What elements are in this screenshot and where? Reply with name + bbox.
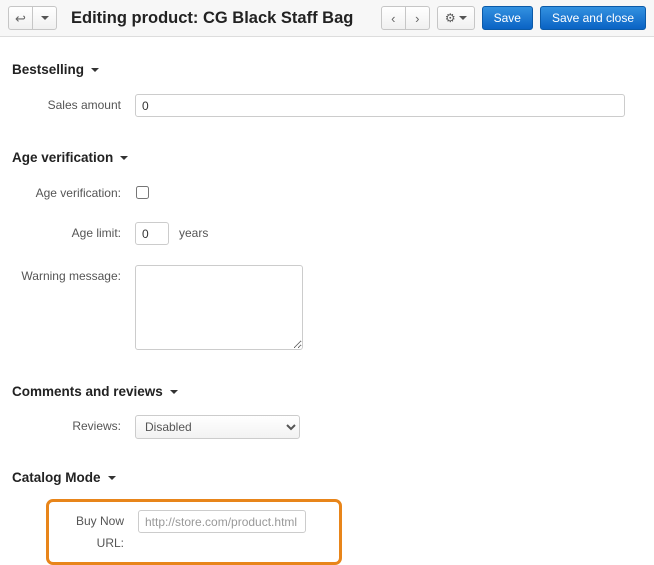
chevron-down-icon [120,155,129,160]
section-title-bestselling: Bestselling [12,62,85,77]
sales-amount-label: Sales amount [47,98,121,112]
gear-icon: ⚙ [444,11,456,25]
buy-now-url-highlight: Buy Now URL: [46,499,342,565]
settings-dropdown-button[interactable]: ⚙ [436,6,475,30]
section-header-age-verification[interactable]: Age verification [0,150,654,165]
back-dropdown-button[interactable] [32,6,57,30]
row-warning-message: Warning message: [0,265,654,353]
row-sales-amount: Sales amount [0,94,654,117]
chevron-down-icon [91,67,100,72]
chevron-down-icon [40,16,49,20]
next-product-button[interactable]: › [404,6,430,30]
section-title-catalog-mode: Catalog Mode [12,470,101,485]
back-arrow-icon: ↩ [15,10,26,26]
chevron-left-icon: ‹ [391,10,396,26]
prev-next-button-group: ‹ › [380,6,430,30]
chevron-down-icon [107,475,116,480]
buy-now-url-label: Buy Now URL: [75,514,124,550]
section-title-age-verification: Age verification [12,150,114,165]
top-toolbar: ↩ Editing product: CG Black Staff Bag ‹ … [0,0,654,37]
chevron-right-icon: › [415,10,420,26]
chevron-down-icon [169,389,178,394]
age-verification-label: Age verification: [35,186,121,200]
section-title-comments-reviews: Comments and reviews [12,384,163,399]
back-button-group: ↩ [8,6,57,30]
save-button[interactable]: Save [481,6,533,30]
section-header-bestselling[interactable]: Bestselling [0,62,654,77]
back-button[interactable]: ↩ [8,6,33,30]
row-reviews: Reviews: Disabled [0,415,654,439]
warning-message-label: Warning message: [21,269,121,283]
warning-message-textarea[interactable] [135,265,303,350]
product-form: Bestselling Sales amount Age verificatio… [0,62,654,565]
age-limit-unit-label: years [179,226,209,240]
previous-product-button[interactable]: ‹ [380,6,406,30]
toolbar-actions: ‹ › ⚙ Save Save and close [380,6,646,30]
buy-now-url-input[interactable] [138,510,306,533]
age-limit-input[interactable] [135,222,169,245]
page-title: Editing product: CG Black Staff Bag [71,8,354,27]
row-buy-now-url: Buy Now URL: [49,510,329,554]
row-age-limit: Age limit: years [0,222,654,245]
section-header-comments-reviews[interactable]: Comments and reviews [0,384,654,399]
row-age-verification: Age verification: [0,182,654,204]
reviews-label: Reviews: [72,419,121,433]
age-limit-label: Age limit: [71,226,121,240]
chevron-down-icon [458,16,467,20]
save-and-close-button[interactable]: Save and close [539,6,646,30]
reviews-select[interactable]: Disabled [135,415,300,439]
age-verification-checkbox[interactable] [136,186,149,199]
section-header-catalog-mode[interactable]: Catalog Mode [0,470,654,485]
sales-amount-input[interactable] [135,94,625,117]
